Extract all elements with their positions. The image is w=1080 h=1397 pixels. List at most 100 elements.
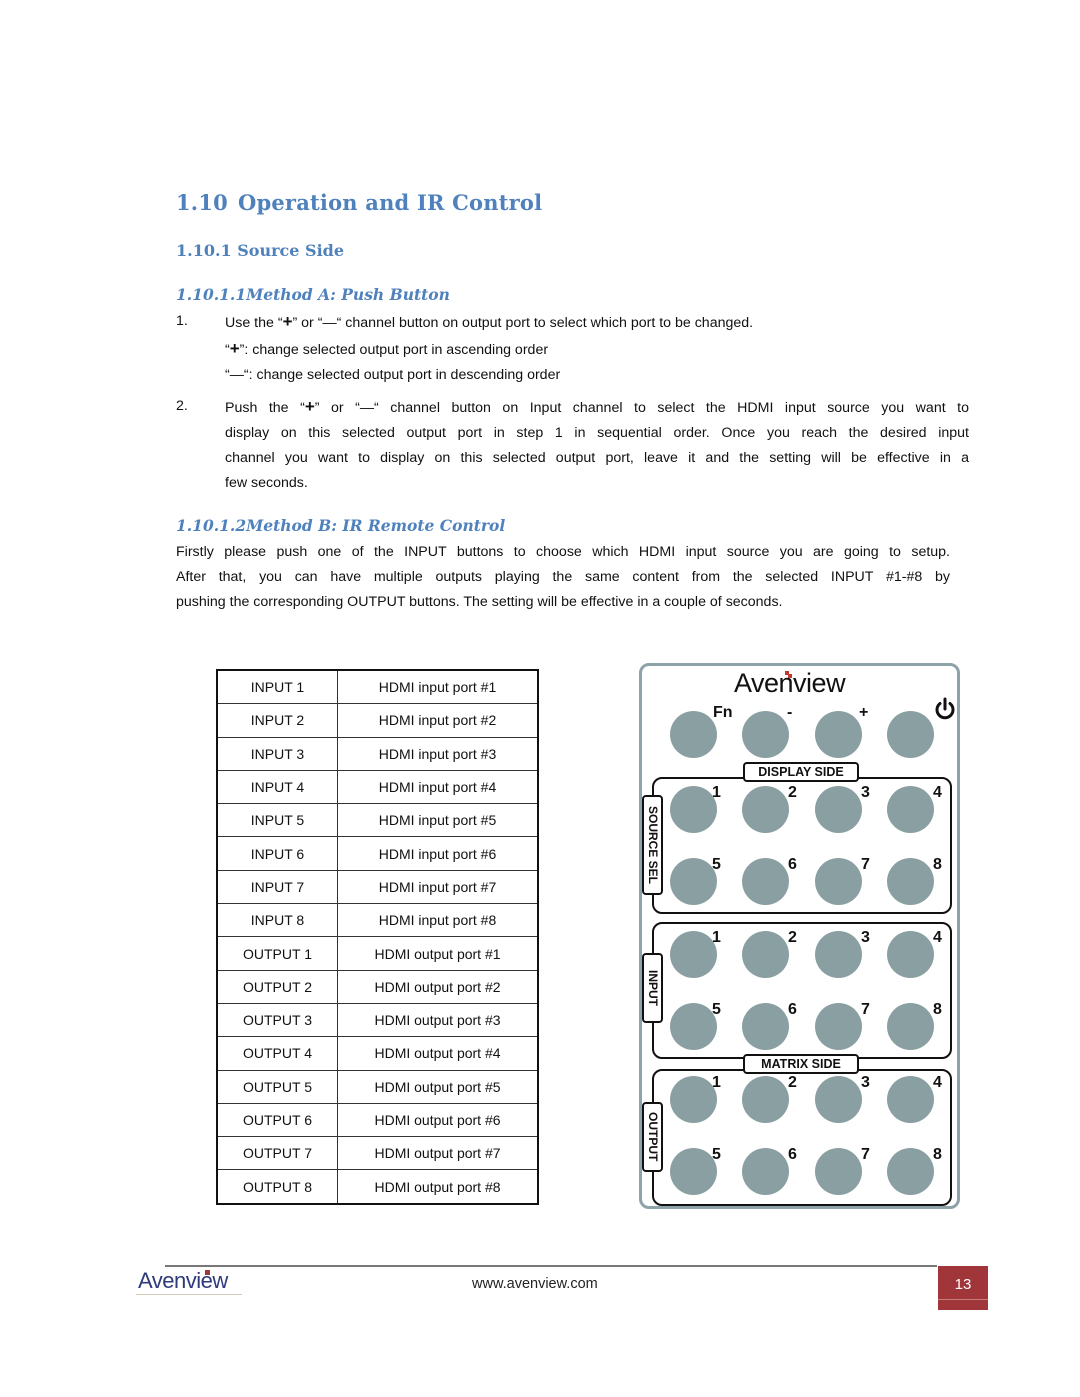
output-button-3[interactable] — [815, 1076, 862, 1123]
port-description-cell: HDMI output port #4 — [337, 1036, 539, 1071]
output-button-label: 2 — [788, 1074, 797, 1091]
paragraph-line: After that, you can have multiple output… — [176, 569, 950, 585]
port-description-cell: HDMI input port #6 — [337, 836, 539, 871]
source-sel-button-6[interactable] — [742, 858, 789, 905]
output-button-8[interactable] — [887, 1148, 934, 1195]
remote-brand-logo: Avenview — [734, 668, 846, 698]
source-sel-button-3[interactable] — [815, 786, 862, 833]
port-name-cell: INPUT 6 — [216, 836, 338, 871]
fn-label: Fn — [713, 704, 733, 721]
input-button-1[interactable] — [670, 931, 717, 978]
port-name-cell: INPUT 1 — [216, 669, 338, 705]
subsection-heading: 1.10.1 Source Side — [176, 241, 345, 260]
source-sel-button-label: 2 — [788, 784, 797, 801]
output-button-1[interactable] — [670, 1076, 717, 1123]
paragraph-line: pushing the corresponding OUTPUT buttons… — [176, 594, 783, 610]
port-name-cell: INPUT 8 — [216, 903, 338, 938]
input-button-6[interactable] — [742, 1003, 789, 1050]
port-description-cell: HDMI output port #5 — [337, 1069, 539, 1104]
port-name-cell: OUTPUT 3 — [216, 1002, 338, 1038]
port-description-cell: HDMI output port #3 — [337, 1002, 539, 1038]
display-side-label: DISPLAY SIDE — [743, 762, 859, 782]
output-group-label: OUTPUT — [642, 1102, 663, 1172]
input-button-label: 6 — [788, 1001, 797, 1018]
table-row: OUTPUT 1 HDMI output port #1 — [216, 936, 539, 971]
output-button-label: 1 — [712, 1074, 721, 1091]
input-button-5[interactable] — [670, 1003, 717, 1050]
fn-button[interactable] — [670, 711, 717, 758]
method-a-heading: 1.10.1.1Method A: Push Button — [176, 285, 450, 304]
port-description-cell: HDMI output port #8 — [337, 1169, 539, 1205]
list-item-2-line: channel you want to display on this sele… — [225, 450, 969, 466]
output-button-label: 5 — [712, 1146, 721, 1163]
minus-symbol: — — [359, 400, 375, 416]
table-row: OUTPUT 6 HDMI output port #6 — [216, 1102, 539, 1138]
output-button-4[interactable] — [887, 1076, 934, 1123]
input-button-label: 3 — [861, 929, 870, 946]
source-sel-button-label: 1 — [712, 784, 721, 801]
source-sel-button-4[interactable] — [887, 786, 934, 833]
source-sel-button-8[interactable] — [887, 858, 934, 905]
list-item-2: Push the “+” or “—“ channel button on In… — [225, 394, 969, 496]
source-sel-group-label: SOURCE SEL — [642, 795, 663, 895]
footer-logo-underline — [136, 1294, 242, 1295]
output-button-label: 8 — [933, 1146, 942, 1163]
input-button-7[interactable] — [815, 1003, 862, 1050]
port-name-cell: INPUT 7 — [216, 869, 338, 905]
port-description-cell: HDMI input port #2 — [337, 703, 539, 738]
list-item-1-line: “—“: change selected output port in desc… — [225, 367, 561, 383]
table-row: INPUT 1 HDMI input port #1 — [216, 669, 539, 705]
plus-symbol: + — [282, 312, 293, 331]
input-button-label: 8 — [933, 1001, 942, 1018]
input-button-8[interactable] — [887, 1003, 934, 1050]
page-box-divider — [938, 1299, 988, 1300]
footer-logo-accent — [205, 1270, 210, 1275]
source-sel-button-1[interactable] — [670, 786, 717, 833]
table-row: INPUT 2 HDMI input port #2 — [216, 703, 539, 738]
list-number-2: 2. — [176, 398, 188, 414]
source-sel-button-2[interactable] — [742, 786, 789, 833]
source-sel-button-7[interactable] — [815, 858, 862, 905]
source-sel-button-5[interactable] — [670, 858, 717, 905]
table-row: OUTPUT 3 HDMI output port #3 — [216, 1002, 539, 1038]
port-name-cell: OUTPUT 4 — [216, 1036, 338, 1071]
port-name-cell: OUTPUT 8 — [216, 1169, 338, 1205]
plus-button[interactable] — [815, 711, 862, 758]
method-b-heading: 1.10.1.2Method B: IR Remote Control — [176, 516, 506, 535]
input-button-3[interactable] — [815, 931, 862, 978]
table-row: OUTPUT 7 HDMI output port #7 — [216, 1136, 539, 1171]
output-button-7[interactable] — [815, 1148, 862, 1195]
minus-label: - — [787, 704, 793, 721]
power-icon — [933, 697, 957, 726]
port-name-cell: INPUT 2 — [216, 703, 338, 738]
table-row: OUTPUT 2 HDMI output port #2 — [216, 969, 539, 1004]
minus-button[interactable] — [742, 711, 789, 758]
source-sel-button-label: 4 — [933, 784, 942, 801]
port-description-cell: HDMI output port #2 — [337, 969, 539, 1004]
source-sel-button-label: 5 — [712, 856, 721, 873]
list-item-2-line: display on this selected output port in … — [225, 425, 969, 441]
output-button-6[interactable] — [742, 1148, 789, 1195]
port-description-cell: HDMI input port #3 — [337, 736, 539, 771]
output-button-label: 3 — [861, 1074, 870, 1091]
port-name-cell: OUTPUT 1 — [216, 936, 338, 971]
port-name-cell: OUTPUT 5 — [216, 1069, 338, 1104]
port-mapping-table: INPUT 1 HDMI input port #1 INPUT 2 HDMI inp… — [216, 669, 539, 1205]
port-description-cell: HDMI output port #6 — [337, 1102, 539, 1138]
table-row: INPUT 5 HDMI input port #5 — [216, 803, 539, 838]
power-button[interactable] — [887, 711, 934, 758]
output-button-label: 4 — [933, 1074, 942, 1091]
input-button-4[interactable] — [887, 931, 934, 978]
port-name-cell: INPUT 4 — [216, 769, 338, 805]
input-button-2[interactable] — [742, 931, 789, 978]
output-button-2[interactable] — [742, 1076, 789, 1123]
port-name-cell: OUTPUT 2 — [216, 969, 338, 1004]
input-group-label: INPUT — [642, 953, 663, 1023]
section-number: 1.10 — [176, 190, 228, 215]
source-sel-button-label: 3 — [861, 784, 870, 801]
output-button-5[interactable] — [670, 1148, 717, 1195]
port-name-cell: INPUT 3 — [216, 736, 338, 771]
list-item-2-line: few seconds. — [225, 475, 308, 491]
port-description-cell: HDMI input port #8 — [337, 903, 539, 938]
method-b-paragraph: Firstly please push one of the INPUT but… — [176, 540, 950, 615]
